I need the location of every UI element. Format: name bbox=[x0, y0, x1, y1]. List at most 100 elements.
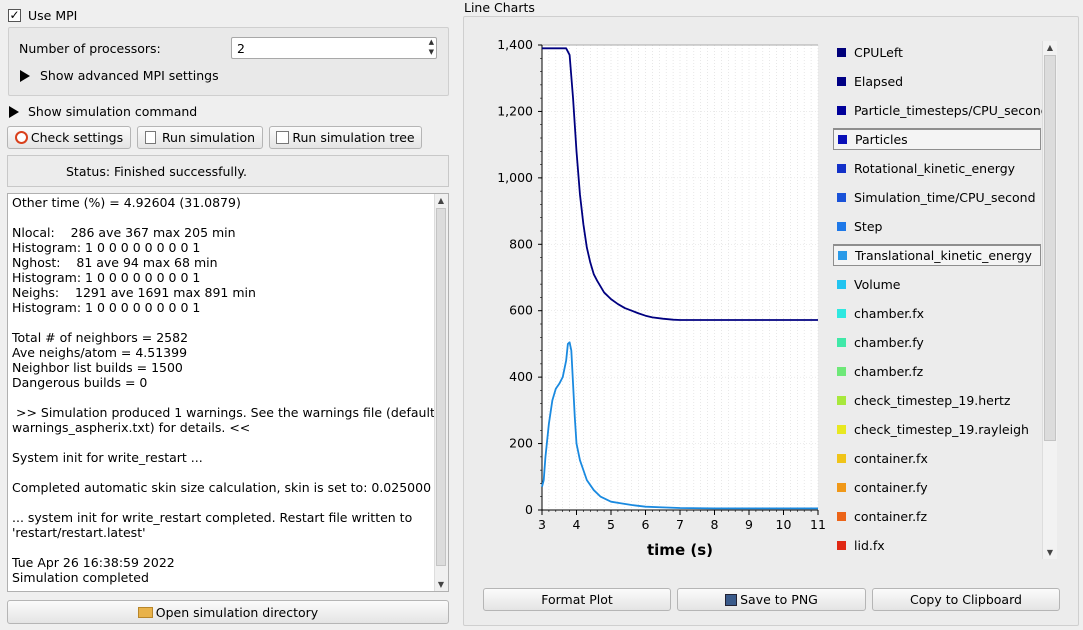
num-processors-spinbox[interactable]: 2 ▲ ▼ bbox=[231, 37, 437, 59]
advanced-mpi-toggle[interactable]: Show advanced MPI settings bbox=[20, 68, 219, 83]
num-processors-label: Number of processors: bbox=[19, 41, 161, 56]
x-tick-label: 10 bbox=[776, 517, 792, 532]
y-tick-label: 400 bbox=[509, 369, 533, 384]
x-tick-label: 4 bbox=[573, 517, 581, 532]
folder-icon bbox=[137, 606, 153, 618]
legend-item[interactable]: container.fy bbox=[833, 476, 1041, 498]
y-tick-label: 0 bbox=[525, 502, 533, 517]
check-settings-button[interactable]: Check settings bbox=[7, 126, 131, 149]
log-line: Ave neighs/atom = 4.51399 bbox=[12, 345, 188, 360]
legend-swatch bbox=[837, 482, 846, 492]
spin-down-icon[interactable]: ▼ bbox=[429, 48, 434, 56]
y-tick-label: 1,400 bbox=[497, 37, 533, 52]
legend-label: check_timestep_19.hertz bbox=[854, 392, 1011, 408]
log-line: Other time (%) = 4.92604 (31.0879) bbox=[12, 195, 241, 210]
legend-scrollbar[interactable]: ▲ ▼ bbox=[1042, 41, 1057, 559]
log-line: Neighbor list builds = 1500 bbox=[12, 360, 183, 375]
copy-clipboard-label: Copy to Clipboard bbox=[910, 592, 1022, 607]
legend-item[interactable]: check_timestep_19.hertz bbox=[833, 389, 1041, 411]
log-output[interactable]: Other time (%) = 4.92604 (31.0879) Nlocal… bbox=[7, 193, 449, 592]
show-command-label: Show simulation command bbox=[28, 104, 198, 119]
log-line: Histogram: 1 0 0 0 0 0 0 0 0 1 bbox=[12, 300, 201, 315]
no-entry-icon bbox=[14, 131, 28, 144]
log-line: Simulation completed bbox=[12, 570, 149, 585]
expand-arrow-icon bbox=[9, 105, 19, 118]
legend-swatch bbox=[837, 540, 846, 550]
log-line: System init for write_restart ... bbox=[12, 450, 203, 465]
legend-swatch bbox=[837, 511, 846, 521]
log-line: Total # of neighbors = 2582 bbox=[12, 330, 189, 345]
save-png-label: Save to PNG bbox=[740, 592, 818, 607]
log-line: Nlocal: 286 ave 367 max 205 min bbox=[12, 225, 236, 240]
format-plot-button[interactable]: Format Plot bbox=[483, 588, 671, 611]
legend-swatch bbox=[837, 163, 846, 173]
legend-swatch bbox=[837, 337, 846, 347]
run-simulation-button[interactable]: Run simulation bbox=[137, 126, 263, 149]
legend-item[interactable]: Rotational_kinetic_energy bbox=[833, 157, 1041, 179]
legend-label: Volume bbox=[854, 276, 901, 292]
run-tree-label: Run simulation tree bbox=[292, 130, 415, 145]
log-line: ... system init for write_restart comple… bbox=[12, 510, 413, 525]
legend-item[interactable]: Particles bbox=[833, 128, 1041, 150]
y-tick-label: 1,200 bbox=[497, 103, 533, 118]
log-line: Neighs: 1291 ave 1691 max 891 min bbox=[12, 285, 256, 300]
legend-label: container.fz bbox=[854, 508, 928, 524]
x-tick-label: 7 bbox=[676, 517, 684, 532]
legend-scroll-thumb[interactable] bbox=[1044, 55, 1056, 441]
x-tick-label: 5 bbox=[607, 517, 615, 532]
run-simulation-tree-button[interactable]: Run simulation tree bbox=[269, 126, 422, 149]
copy-to-clipboard-button[interactable]: Copy to Clipboard bbox=[872, 588, 1060, 611]
legend-label: Particles bbox=[855, 132, 908, 147]
log-scrollbar[interactable]: ▲ ▼ bbox=[434, 194, 448, 591]
legend-item[interactable]: container.fz bbox=[833, 505, 1041, 527]
legend-label: chamber.fx bbox=[854, 305, 925, 321]
legend-item[interactable]: chamber.fy bbox=[833, 331, 1041, 353]
legend-label: chamber.fz bbox=[854, 363, 924, 379]
scroll-down-icon[interactable]: ▼ bbox=[435, 580, 447, 589]
log-scroll-thumb[interactable] bbox=[436, 208, 446, 566]
scroll-up-icon[interactable]: ▲ bbox=[435, 196, 447, 205]
legend-label: CPULeft bbox=[854, 44, 903, 60]
legend-swatch bbox=[837, 221, 846, 231]
y-tick-label: 200 bbox=[509, 436, 533, 451]
x-axis-label: time (s) bbox=[647, 541, 713, 559]
y-tick-label: 600 bbox=[509, 303, 533, 318]
legend-item[interactable]: check_timestep_19.rayleigh bbox=[833, 418, 1041, 440]
use-mpi-checkbox[interactable]: ✓ bbox=[8, 9, 21, 22]
log-text: Other time (%) = 4.92604 (31.0879) Nlocal… bbox=[12, 195, 439, 585]
legend-item[interactable]: container.fx bbox=[833, 447, 1041, 469]
scroll-down-icon[interactable]: ▼ bbox=[1044, 548, 1056, 557]
x-tick-label: 9 bbox=[745, 517, 753, 532]
y-tick-label: 800 bbox=[509, 236, 533, 251]
x-tick-label: 11 bbox=[810, 517, 826, 532]
spin-up-icon[interactable]: ▲ bbox=[429, 38, 434, 46]
legend-swatch bbox=[837, 76, 846, 86]
num-processors-value: 2 bbox=[237, 41, 245, 56]
legend-label: chamber.fy bbox=[854, 334, 924, 350]
legend-swatch bbox=[837, 105, 846, 115]
legend-label: Particle_timesteps/CPU_second bbox=[854, 102, 1049, 118]
legend-label: Translational_kinetic_energy bbox=[855, 248, 1032, 263]
legend-item[interactable]: Step bbox=[833, 215, 1041, 237]
legend-item[interactable]: Translational_kinetic_energy bbox=[833, 244, 1041, 266]
legend-item[interactable]: Elapsed bbox=[833, 70, 1041, 92]
legend-item[interactable]: chamber.fx bbox=[833, 302, 1041, 324]
use-mpi-label: Use MPI bbox=[28, 8, 78, 23]
line-chart[interactable]: 0 200 400 600 800 1,000 1,200 1,400 3 4 5 6 7 8 9 10 11 t… bbox=[466, 30, 832, 570]
legend-item[interactable]: chamber.fz bbox=[833, 360, 1041, 382]
show-simulation-command-toggle[interactable]: Show simulation command bbox=[9, 104, 197, 119]
legend-item[interactable]: CPULeft bbox=[833, 41, 1041, 63]
scroll-up-icon[interactable]: ▲ bbox=[1044, 43, 1056, 52]
legend-item[interactable]: lid.fx bbox=[833, 534, 1041, 556]
legend-item[interactable]: Simulation_time/CPU_second bbox=[833, 186, 1041, 208]
open-simulation-directory-button[interactable]: Open simulation directory bbox=[7, 600, 449, 624]
x-tick-label: 6 bbox=[642, 517, 650, 532]
legend-item[interactable]: Particle_timesteps/CPU_second bbox=[833, 99, 1049, 121]
save-to-png-button[interactable]: Save to PNG bbox=[677, 588, 866, 611]
legend-item[interactable]: Volume bbox=[833, 273, 1041, 295]
log-line: Dangerous builds = 0 bbox=[12, 375, 148, 390]
